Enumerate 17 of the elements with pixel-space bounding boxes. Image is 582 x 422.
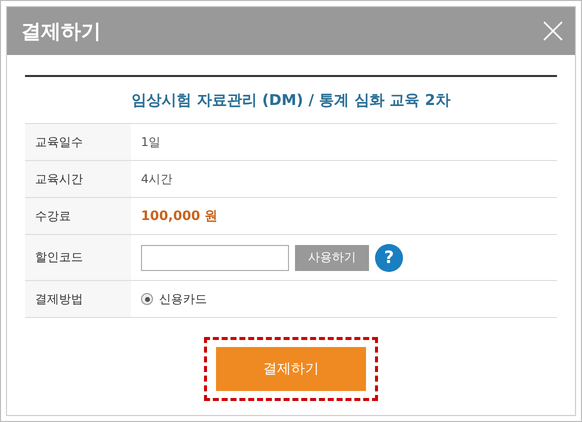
radio-button[interactable] <box>141 293 153 305</box>
field-label: 수강료 <box>25 198 131 235</box>
field-label: 교육일수 <box>25 124 131 161</box>
close-icon[interactable] <box>543 21 563 41</box>
apply-button[interactable]: 사용하기 <box>295 244 369 270</box>
pay-button[interactable]: 결제하기 <box>216 347 366 391</box>
course-title: 임상시험 자료관리 (DM) / 통계 심화 교육 2차 <box>130 90 452 111</box>
field-value: 100,000 원 <box>141 208 218 225</box>
radio-label[interactable]: 신용카드 <box>159 290 207 308</box>
help-button[interactable]: ? <box>375 244 403 272</box>
field-label: 결제방법 <box>25 281 131 318</box>
field-value: 1일 <box>141 134 161 150</box>
dialog-title: 결제하기 <box>21 18 101 44</box>
field-value: 4시간 <box>141 170 173 188</box>
field-label: 할인코드 <box>25 235 131 281</box>
discount-code-field[interactable] <box>141 244 289 270</box>
field-label: 교육시간 <box>25 161 131 198</box>
